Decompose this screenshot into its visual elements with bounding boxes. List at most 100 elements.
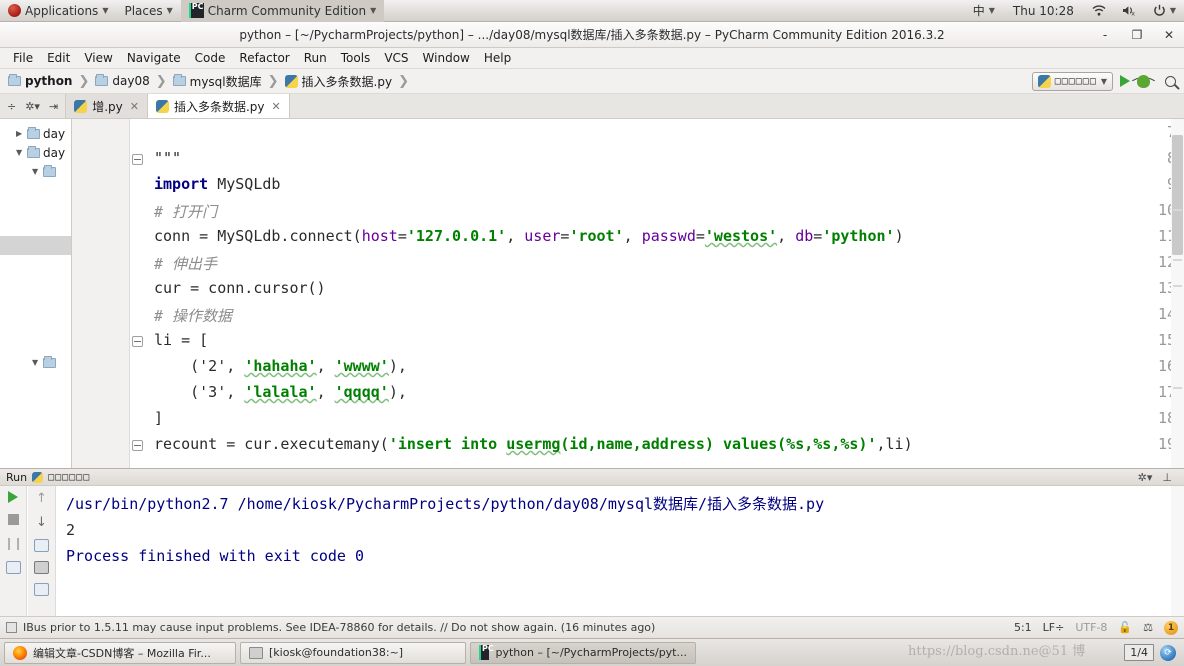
search-icon[interactable] [1165, 75, 1176, 87]
menu-tools[interactable]: Tools [334, 49, 378, 67]
menu-help[interactable]: Help [477, 49, 518, 67]
close-button[interactable]: ✕ [1160, 28, 1178, 42]
tab-close-icon[interactable]: ✕ [130, 100, 139, 113]
status-message[interactable]: IBus prior to 1.5.11 may cause input pro… [23, 621, 655, 634]
tree-node-mysql-db[interactable]: ▼ [0, 162, 71, 181]
menu-view[interactable]: View [77, 49, 119, 67]
applications-menu-label: Applications [25, 3, 99, 18]
caret-position[interactable]: 5:1 [1014, 621, 1032, 634]
menu-run[interactable]: Run [297, 49, 334, 67]
places-menu[interactable]: Places ▼ [116, 0, 180, 22]
notification-badge[interactable]: 1 [1164, 620, 1178, 635]
menu-code[interactable]: Code [188, 49, 233, 67]
fold-marker-docstring[interactable] [132, 154, 143, 165]
gear-icon[interactable]: ✲▾ [1138, 471, 1153, 484]
volume-glyph: x [1122, 6, 1135, 17]
console-icon[interactable] [5, 561, 21, 574]
down-arrow-icon[interactable]: ↓ [36, 515, 47, 530]
settings-icon[interactable]: ✲▾ [25, 100, 40, 113]
chevron-down-icon[interactable]: ▼ [16, 148, 24, 157]
console-vertical-scrollbar[interactable] [1171, 486, 1184, 616]
run-icon[interactable] [1120, 75, 1130, 87]
console-line[interactable]: /usr/bin/python2.7 /home/kiosk/PycharmPr… [66, 491, 1167, 517]
pycharm-logo-icon [479, 644, 494, 660]
maximize-button[interactable]: ❐ [1128, 28, 1146, 42]
soft-wrap-icon[interactable] [34, 539, 49, 552]
tree-node-subfolder[interactable]: ▼ [0, 353, 71, 372]
editor-fold-column[interactable] [130, 119, 146, 468]
input-method-indicator[interactable]: 中 ▼ [965, 0, 1003, 22]
tab-close-icon[interactable]: ✕ [272, 100, 281, 113]
editor-tab-zeng[interactable]: 增.py ✕ [66, 94, 148, 118]
scroll-to-end-icon[interactable] [34, 561, 49, 574]
menu-window[interactable]: Window [416, 49, 477, 67]
editor-tab-label: 增.py [92, 99, 123, 114]
menu-refactor[interactable]: Refactor [232, 49, 296, 67]
volume-muted-icon[interactable]: x [1114, 0, 1145, 22]
editor-marker-stripe[interactable] [1173, 259, 1182, 261]
scroll-from-source-icon[interactable]: ⇥ [49, 100, 58, 113]
project-tool-window[interactable]: ▶ day ▼ day ▼ ▼ [0, 119, 72, 468]
run-window-config-label: □□□□□□ [48, 471, 91, 483]
editor-marker-stripe[interactable] [1173, 285, 1182, 287]
line-separator[interactable]: LF÷ [1043, 621, 1065, 634]
breadcrumb-item-day08[interactable]: day08 [95, 74, 150, 88]
fold-marker-list-open[interactable] [132, 336, 143, 347]
updates-icon[interactable]: ⟳ [1160, 644, 1176, 661]
menu-window-label: Window [422, 51, 470, 65]
taskbar-item-firefox[interactable]: 编辑文章-CSDN博客 – Mozilla Fir... [4, 641, 236, 664]
menu-tools-label: Tools [340, 51, 371, 65]
code-token: , [623, 227, 642, 245]
editor-vertical-scrollbar[interactable] [1171, 119, 1184, 468]
workspace-indicator[interactable]: 1/4 [1124, 644, 1154, 661]
hierarchy-icon[interactable]: ⚖ [1143, 621, 1153, 634]
stop-icon[interactable] [7, 514, 19, 525]
code-line-17: ('3', 'lalala', 'qqqq'), [154, 383, 407, 401]
breadcrumb-item-current-file[interactable]: 插入多条数据.py [284, 73, 392, 90]
terminal-icon [249, 646, 263, 659]
python-file-icon [74, 99, 88, 113]
console-output[interactable]: /usr/bin/python2.7 /home/kiosk/PycharmPr… [57, 486, 1167, 616]
fold-marker-list-close[interactable] [132, 440, 143, 451]
hide-icon[interactable]: ⊥ [1162, 471, 1172, 484]
tree-node-day08[interactable]: ▼ day [0, 143, 71, 162]
clock[interactable]: Thu 10:28 [1003, 4, 1084, 18]
editor-tab-insert-multi[interactable]: 插入多条数据.py ✕ [147, 94, 290, 118]
pause-icon[interactable]: ❙❙ [4, 536, 23, 550]
wifi-icon[interactable] [1084, 0, 1114, 22]
active-app-label: Charm Community Edition [207, 3, 367, 18]
encoding[interactable]: UTF-8 [1075, 621, 1107, 634]
menu-edit[interactable]: Edit [40, 49, 77, 67]
run-tool-window: ❙❙ ↑ ↓ /usr/bin/python2.7 /home/kiosk/Py… [0, 486, 1184, 616]
run-configuration-selector[interactable]: □□□□□□ ▼ [1031, 71, 1113, 91]
menu-vcs[interactable]: VCS [377, 49, 415, 67]
menu-navigate[interactable]: Navigate [120, 49, 188, 67]
editor-marker-stripe[interactable] [1173, 209, 1182, 211]
debug-icon[interactable] [1137, 74, 1150, 88]
chevron-right-icon[interactable]: ▶ [16, 129, 24, 138]
code-editor[interactable]: 7 8 9 10 11 12 13 14 15 16 17 18 19 """ … [72, 119, 1184, 468]
tree-node-selected[interactable] [0, 236, 71, 255]
up-arrow-icon[interactable]: ↑ [36, 491, 47, 506]
power-icon[interactable]: ▼ [1145, 0, 1184, 22]
menu-file[interactable]: File [6, 49, 40, 67]
taskbar-item-terminal[interactable]: [kiosk@foundation38:~] [240, 641, 466, 664]
tree-node-day07[interactable]: ▶ day [0, 124, 71, 143]
scrollbar-thumb[interactable] [1172, 135, 1183, 255]
unlocked-icon[interactable]: 🔓 [1118, 621, 1132, 634]
editor-gutter[interactable] [72, 119, 130, 468]
applications-menu[interactable]: Applications ▼ [0, 0, 116, 22]
chevron-down-icon[interactable]: ▼ [32, 167, 40, 176]
rerun-icon[interactable] [8, 491, 18, 503]
active-app-menu[interactable]: Charm Community Edition ▼ [180, 0, 385, 22]
breadcrumb-item-python[interactable]: python [8, 74, 72, 88]
editor-marker-stripe[interactable] [1173, 387, 1182, 389]
breadcrumb-item-mysql-db[interactable]: mysql数据库 [172, 73, 262, 90]
print-icon[interactable] [34, 583, 49, 596]
chevron-down-icon[interactable]: ▼ [32, 358, 40, 367]
collapse-all-icon[interactable]: ÷ [7, 100, 16, 113]
status-bar: IBus prior to 1.5.11 may cause input pro… [0, 616, 1184, 638]
taskbar-item-pycharm[interactable]: python – [~/PycharmProjects/pyt... [470, 641, 696, 664]
minimize-button[interactable]: - [1096, 28, 1114, 42]
desktop-root: Applications ▼ Places ▼ Charm Community … [0, 0, 1184, 666]
